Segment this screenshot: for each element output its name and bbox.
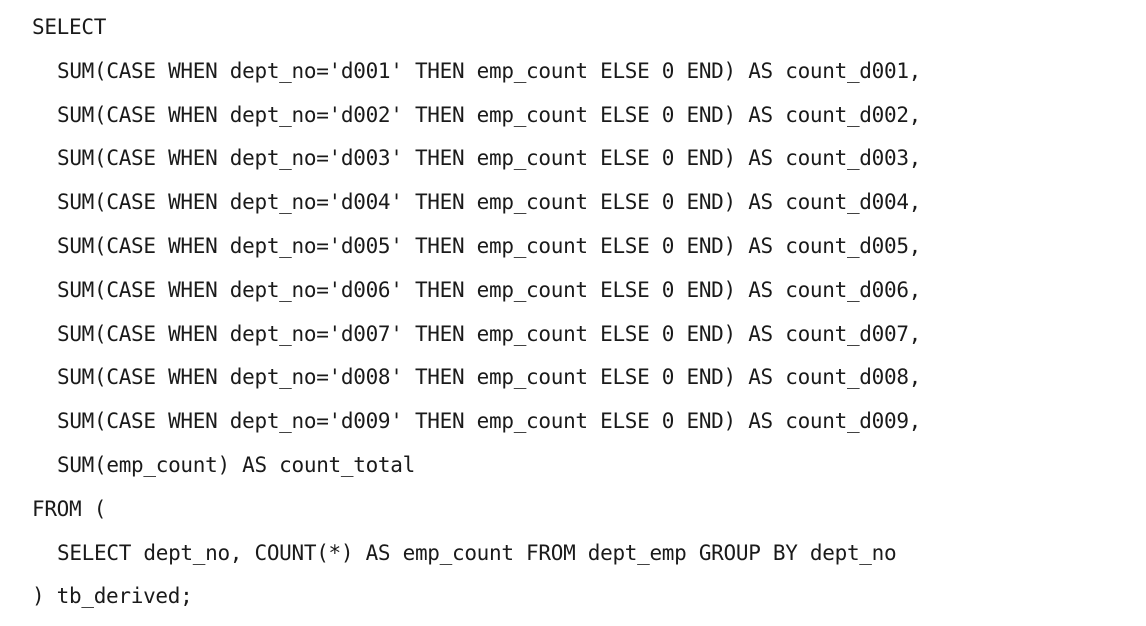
code-line-sum-d001: SUM(CASE WHEN dept_no='d001' THEN emp_co… <box>57 58 922 83</box>
code-line-sum-d006: SUM(CASE WHEN dept_no='d006' THEN emp_co… <box>57 277 922 302</box>
code-line-from: FROM ( <box>32 496 107 521</box>
code-line-sum-d004: SUM(CASE WHEN dept_no='d004' THEN emp_co… <box>57 190 922 215</box>
code-line-sum-d003: SUM(CASE WHEN dept_no='d003' THEN emp_co… <box>57 146 922 171</box>
code-line-sum-d007: SUM(CASE WHEN dept_no='d007' THEN emp_co… <box>57 321 922 346</box>
code-line-subquery: SELECT dept_no, COUNT(*) AS emp_count FR… <box>57 540 897 565</box>
code-line-sum-d008: SUM(CASE WHEN dept_no='d008' THEN emp_co… <box>57 365 922 390</box>
code-line-sum-d005: SUM(CASE WHEN dept_no='d005' THEN emp_co… <box>57 233 922 258</box>
code-line-select: SELECT <box>32 15 107 39</box>
code-line-sum-d002: SUM(CASE WHEN dept_no='d002' THEN emp_co… <box>57 102 922 127</box>
code-line-sum-d009: SUM(CASE WHEN dept_no='d009' THEN emp_co… <box>57 409 922 434</box>
code-line-sum-total: SUM(emp_count) AS count_total <box>57 452 415 477</box>
code-line-derived-alias: ) tb_derived; <box>32 584 193 609</box>
sql-code-block: SELECT SUM(CASE WHEN dept_no='d001' THEN… <box>0 6 1146 619</box>
